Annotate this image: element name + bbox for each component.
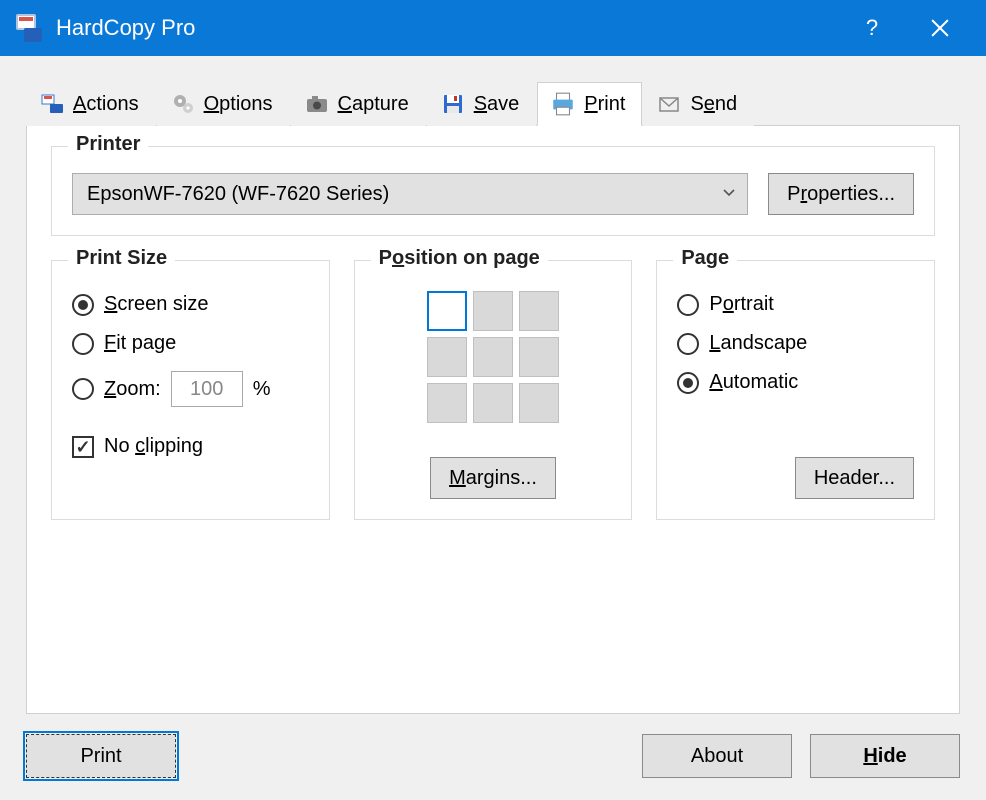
radio-landscape[interactable]: Landscape <box>677 332 914 355</box>
tab-save[interactable]: Save <box>427 82 537 126</box>
radio-automatic[interactable]: Automatic <box>677 371 914 394</box>
radio-label: Automatic <box>709 371 798 394</box>
radio-zoom[interactable]: Zoom: % <box>72 371 309 407</box>
checkbox-label: No clipping <box>104 435 203 458</box>
radio-label: Fit page <box>104 332 176 355</box>
actions-icon <box>39 91 65 117</box>
group-title: Printer <box>68 133 148 156</box>
pos-cell-0[interactable] <box>427 291 467 331</box>
tab-label: Send <box>690 93 737 116</box>
titlebar: HardCopy Pro ? <box>0 0 986 56</box>
page-group: Page Portrait Landscape Automatic <box>656 260 935 520</box>
about-button[interactable]: About <box>642 734 792 778</box>
pos-cell-5[interactable] <box>519 337 559 377</box>
radio-fit-page[interactable]: Fit page <box>72 332 309 355</box>
save-icon <box>440 91 466 117</box>
group-title: Print Size <box>68 247 175 270</box>
pos-cell-3[interactable] <box>427 337 467 377</box>
tab-actions[interactable]: Actions <box>26 82 156 126</box>
tab-label: Actions <box>73 93 139 116</box>
close-button[interactable] <box>918 6 962 50</box>
options-icon <box>170 91 196 117</box>
print-button[interactable]: Print <box>26 734 176 778</box>
tab-options[interactable]: Options <box>157 82 290 126</box>
radio-label: Zoom: <box>104 378 161 401</box>
pos-cell-2[interactable] <box>519 291 559 331</box>
chevron-down-icon <box>721 183 737 206</box>
tab-bar: Actions Options Capture Save <box>26 82 960 126</box>
tab-print[interactable]: Print <box>537 82 642 126</box>
properties-button[interactable]: Properties... <box>768 173 914 215</box>
tab-label: Options <box>204 93 273 116</box>
radio-screen-size[interactable]: Screen size <box>72 293 309 316</box>
radio-label: Screen size <box>104 293 209 316</box>
pos-cell-7[interactable] <box>473 383 513 423</box>
tab-label: Print <box>584 93 625 116</box>
pos-cell-6[interactable] <box>427 383 467 423</box>
group-title: Page <box>673 247 737 270</box>
pos-cell-1[interactable] <box>473 291 513 331</box>
radio-icon <box>677 294 699 316</box>
bottom-bar: Print About Hide <box>26 734 960 778</box>
window: HardCopy Pro ? Actions Options <box>0 0 986 800</box>
window-title: HardCopy Pro <box>56 15 850 41</box>
group-title: Position on page <box>371 247 548 270</box>
radio-icon <box>72 333 94 355</box>
tab-send[interactable]: Send <box>643 82 754 126</box>
printer-selected: EpsonWF-7620 (WF-7620 Series) <box>87 183 389 206</box>
pos-cell-4[interactable] <box>473 337 513 377</box>
radio-label: Landscape <box>709 332 807 355</box>
help-button[interactable]: ? <box>850 6 894 50</box>
radio-portrait[interactable]: Portrait <box>677 293 914 316</box>
tab-panel-print: Printer EpsonWF-7620 (WF-7620 Series) Pr… <box>26 125 960 714</box>
checkbox-no-clipping[interactable]: No clipping <box>72 435 309 458</box>
radio-icon <box>72 294 94 316</box>
tab-label: Capture <box>338 93 409 116</box>
client-area: Actions Options Capture Save <box>0 56 986 800</box>
zoom-input[interactable] <box>171 371 243 407</box>
header-button[interactable]: Header... <box>795 457 914 499</box>
radio-icon <box>72 378 94 400</box>
position-group: Position on page Margins... <box>354 260 633 520</box>
hide-button[interactable]: Hide <box>810 734 960 778</box>
radio-icon <box>677 372 699 394</box>
tab-capture[interactable]: Capture <box>291 82 426 126</box>
zoom-pct: % <box>253 378 271 401</box>
radio-label: Portrait <box>709 293 773 316</box>
radio-icon <box>677 333 699 355</box>
position-grid <box>427 291 559 423</box>
margins-button[interactable]: Margins... <box>430 457 556 499</box>
checkbox-icon <box>72 436 94 458</box>
print-size-group: Print Size Screen size Fit page Zoom: <box>51 260 330 520</box>
tab-label: Save <box>474 93 520 116</box>
app-icon <box>14 14 42 42</box>
capture-icon <box>304 91 330 117</box>
pos-cell-8[interactable] <box>519 383 559 423</box>
printer-dropdown[interactable]: EpsonWF-7620 (WF-7620 Series) <box>72 173 748 215</box>
send-icon <box>656 91 682 117</box>
print-icon <box>550 91 576 117</box>
printer-group: Printer EpsonWF-7620 (WF-7620 Series) Pr… <box>51 146 935 236</box>
